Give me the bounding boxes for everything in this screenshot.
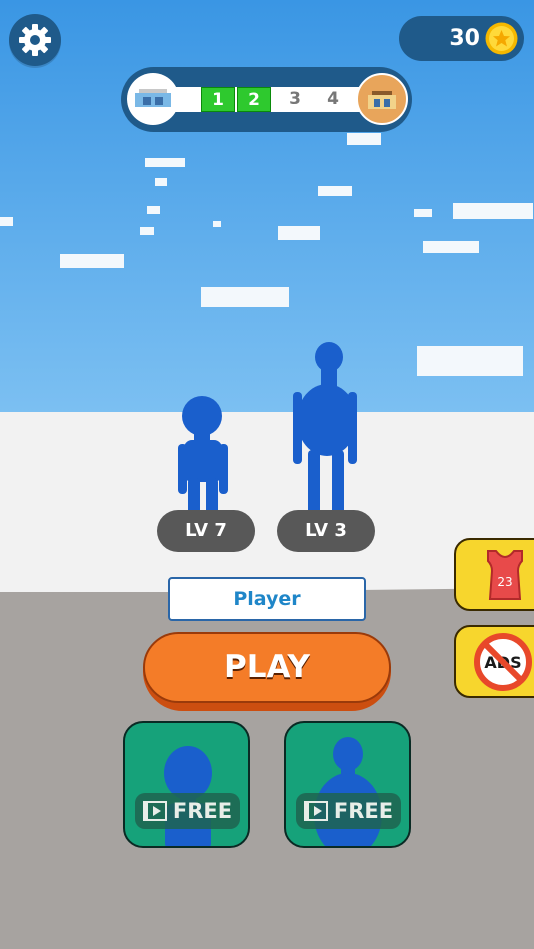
level-reward-icon [356, 73, 408, 125]
jersey-number: 23 [497, 575, 512, 589]
free-label: FREE [333, 799, 394, 823]
character-level-tag: LV 7 [157, 510, 255, 552]
step-1: 1 [201, 87, 235, 112]
free-label: FREE [172, 799, 233, 823]
character-level-tag: LV 3 [277, 510, 375, 552]
coin-icon [485, 22, 518, 55]
jersey-icon: 23 [487, 550, 523, 600]
coin-counter: 30 [399, 16, 524, 61]
no-ads-icon: ADS [474, 633, 532, 691]
free-badge: FREE [135, 793, 240, 829]
no-ads-button[interactable]: ADS [454, 625, 534, 698]
step-3: 3 [289, 89, 301, 109]
character-silhouette [314, 737, 382, 846]
play-button-label: PLAY [143, 632, 391, 703]
character-silhouette [164, 746, 212, 846]
video-ad-icon [303, 801, 328, 821]
level-start-icon [127, 73, 179, 125]
step-4: 4 [327, 89, 339, 109]
gear-icon [19, 24, 51, 56]
free-skin-card[interactable]: FREE [123, 721, 250, 848]
progress-track: 1 2 3 4 5 [149, 87, 384, 112]
coin-count: 30 [449, 26, 480, 51]
play-button[interactable]: PLAY [143, 632, 391, 711]
game-scene [0, 0, 534, 949]
free-skin-card[interactable]: FREE [284, 721, 411, 848]
free-badge: FREE [296, 793, 401, 829]
level-progress-bar: 1 2 3 4 5 [121, 67, 412, 132]
player-name-field[interactable]: Player [168, 577, 366, 621]
jersey-shop-button[interactable]: 23 [454, 538, 534, 611]
video-ad-icon [142, 801, 167, 821]
step-2: 2 [237, 87, 271, 112]
settings-button[interactable] [9, 14, 61, 66]
